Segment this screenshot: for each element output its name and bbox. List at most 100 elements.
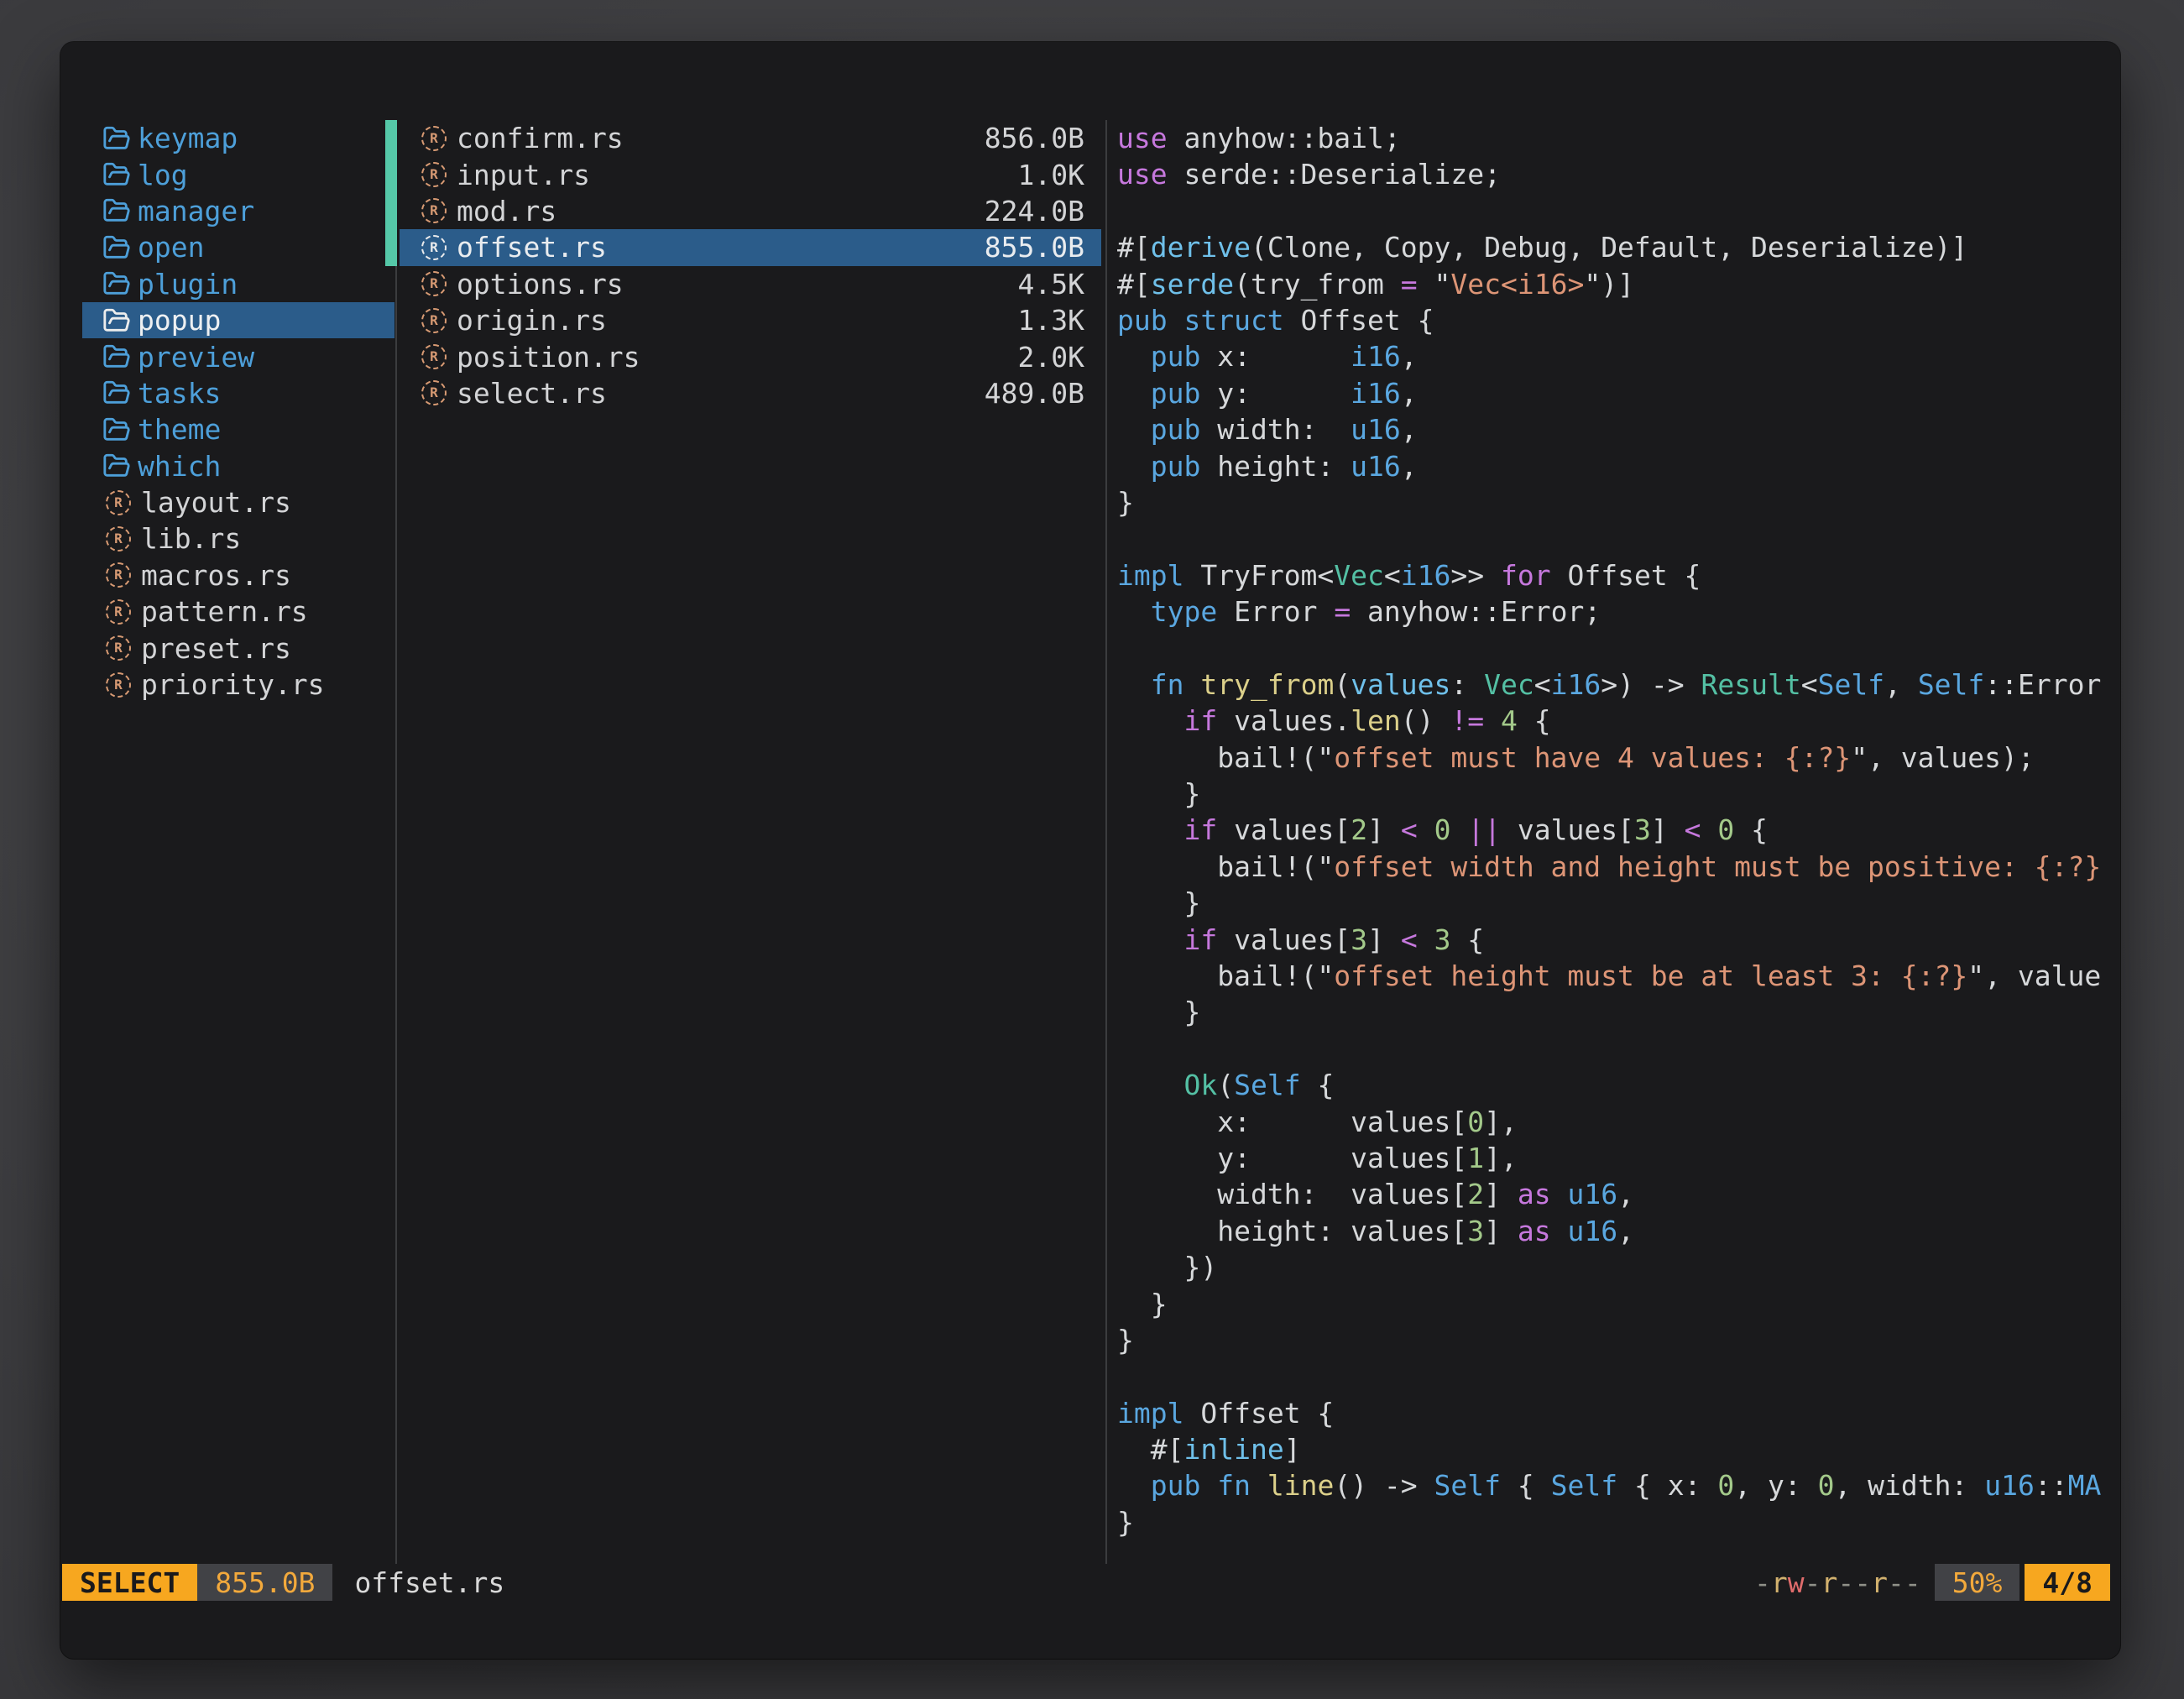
file-row-select-rs[interactable]: select.rs 489.0B [400, 375, 1101, 411]
code-line-text: pub struct Offset { [1117, 304, 1434, 337]
open-folder-icon [102, 124, 131, 153]
sidebar-item-preset-rs[interactable]: preset.rs [82, 630, 394, 666]
sidebar-item-preview[interactable]: preview [82, 338, 394, 374]
sidebar-item-which[interactable]: which [82, 448, 394, 484]
file-list: confirm.rs 856.0B input.rs 1.0K mod.rs 2… [400, 120, 1101, 411]
sidebar-item-pattern-rs[interactable]: pattern.rs [82, 593, 394, 630]
file-name: confirm.rs [457, 122, 624, 154]
code-line [1117, 630, 2113, 666]
file-size: 1.3K [1018, 304, 1084, 337]
open-folder-icon [102, 233, 131, 262]
code-line: if values[3] < 3 { [1117, 922, 2113, 958]
file-name: position.rs [457, 341, 640, 374]
open-folder-icon [102, 416, 131, 444]
file-row-origin-rs[interactable]: origin.rs 1.3K [400, 302, 1101, 338]
code-line: x: values[0], [1117, 1104, 2113, 1140]
pane-divider-right [1105, 120, 1107, 1564]
code-line [1117, 1031, 2113, 1067]
item-label: tasks [138, 377, 221, 410]
file-size-chip: 855.0B [197, 1564, 332, 1601]
sidebar-item-layout-rs[interactable]: layout.rs [82, 484, 394, 520]
code-line-text: bail!("offset width and height must be p… [1117, 850, 2101, 883]
rust-file-icon [106, 562, 131, 588]
rust-file-icon [421, 198, 447, 223]
sidebar-item-keymap[interactable]: keymap [82, 120, 394, 156]
file-row-position-rs[interactable]: position.rs 2.0K [400, 338, 1101, 374]
rust-file-icon [106, 672, 131, 698]
file-size: 4.5K [1018, 268, 1084, 301]
code-line: }) [1117, 1249, 2113, 1285]
code-line: bail!("offset must have 4 values: {:?}",… [1117, 740, 2113, 776]
code-line-text: }) [1117, 1251, 1217, 1283]
sidebar-item-open[interactable]: open [82, 229, 394, 265]
item-label: layout.rs [141, 486, 291, 519]
code-line-text: } [1117, 1324, 1134, 1357]
code-line-text: bail!("offset must have 4 values: {:?}",… [1117, 741, 2035, 774]
code-line-text: use serde::Deserialize; [1117, 158, 1501, 191]
code-line: } [1117, 776, 2113, 812]
code-line-text: if values[3] < 3 { [1117, 923, 1484, 956]
item-label: macros.rs [141, 559, 291, 592]
rust-file-icon [106, 635, 131, 661]
sidebar-item-lib-rs[interactable]: lib.rs [82, 520, 394, 557]
file-size: 2.0K [1018, 341, 1084, 374]
item-label: log [138, 159, 188, 191]
current-directory-pane: confirm.rs 856.0B input.rs 1.0K mod.rs 2… [400, 120, 1101, 411]
code-line-text: use anyhow::bail; [1117, 122, 1401, 154]
sidebar-item-macros-rs[interactable]: macros.rs [82, 557, 394, 593]
file-row-confirm-rs[interactable]: confirm.rs 856.0B [400, 120, 1101, 156]
open-folder-icon [102, 160, 131, 189]
sidebar-item-popup[interactable]: popup [82, 302, 394, 338]
item-label: manager [138, 195, 254, 227]
file-row-offset-rs[interactable]: offset.rs 855.0B [400, 229, 1101, 265]
code-line: width: values[2] as u16, [1117, 1176, 2113, 1212]
code-line: if values.len() != 4 { [1117, 703, 2113, 739]
code-line-text: bail!("offset height must be at least 3:… [1117, 959, 2101, 992]
file-row-options-rs[interactable]: options.rs 4.5K [400, 266, 1101, 302]
open-folder-icon [102, 269, 131, 298]
file-name: select.rs [457, 377, 607, 410]
sidebar-item-manager[interactable]: manager [82, 193, 394, 229]
code-line-text: if values.len() != 4 { [1117, 704, 1551, 737]
rust-file-icon [106, 490, 131, 515]
code-line: impl TryFrom<Vec<i16>> for Offset { [1117, 557, 2113, 593]
file-size: 856.0B [985, 122, 1084, 154]
code-line: pub fn line() -> Self { Self { x: 0, y: … [1117, 1467, 2113, 1503]
file-name: options.rs [457, 268, 624, 301]
sidebar-item-tasks[interactable]: tasks [82, 375, 394, 411]
file-row-input-rs[interactable]: input.rs 1.0K [400, 156, 1101, 192]
code-line: type Error = anyhow::Error; [1117, 593, 2113, 630]
code-line: #[serde(try_from = "Vec<i16>")] [1117, 266, 2113, 302]
code-line-text: pub fn line() -> Self { Self { x: 0, y: … [1117, 1469, 2101, 1502]
item-label: priority.rs [141, 668, 325, 701]
file-size: 224.0B [985, 195, 1084, 227]
code-line: impl Offset { [1117, 1395, 2113, 1431]
rust-file-icon [421, 380, 447, 405]
code-line-text: } [1117, 1506, 1134, 1539]
code-line-text: #[inline] [1117, 1433, 1301, 1466]
code-line-text: #[serde(try_from = "Vec<i16>")] [1117, 268, 1634, 301]
open-folder-icon [102, 379, 131, 407]
rust-file-icon [421, 344, 447, 369]
code-line: Ok(Self { [1117, 1067, 2113, 1103]
code-line: } [1117, 994, 2113, 1030]
sidebar-item-priority-rs[interactable]: priority.rs [82, 667, 394, 703]
file-row-mod-rs[interactable]: mod.rs 224.0B [400, 193, 1101, 229]
code-line: height: values[3] as u16, [1117, 1213, 2113, 1249]
code-line-text: pub y: i16, [1117, 377, 1418, 410]
code-line: #[inline] [1117, 1431, 2113, 1467]
code-line-text: Ok(Self { [1117, 1069, 1334, 1101]
code-line-text: pub x: i16, [1117, 340, 1418, 373]
sidebar-item-theme[interactable]: theme [82, 411, 394, 447]
cursor-position-badge: 4/8 [2025, 1564, 2110, 1601]
file-name: mod.rs [457, 195, 556, 227]
code-line-text: impl TryFrom<Vec<i16>> for Offset { [1117, 559, 1701, 592]
sidebar-item-plugin[interactable]: plugin [82, 266, 394, 302]
sidebar-item-log[interactable]: log [82, 156, 394, 192]
file-size: 489.0B [985, 377, 1084, 410]
code-line: } [1117, 1504, 2113, 1540]
code-line-text: width: values[2] as u16, [1117, 1178, 1634, 1210]
code-line-text: if values[2] < 0 || values[3] < 0 { [1117, 813, 1768, 846]
item-label: preset.rs [141, 632, 291, 665]
item-label: which [138, 450, 221, 483]
